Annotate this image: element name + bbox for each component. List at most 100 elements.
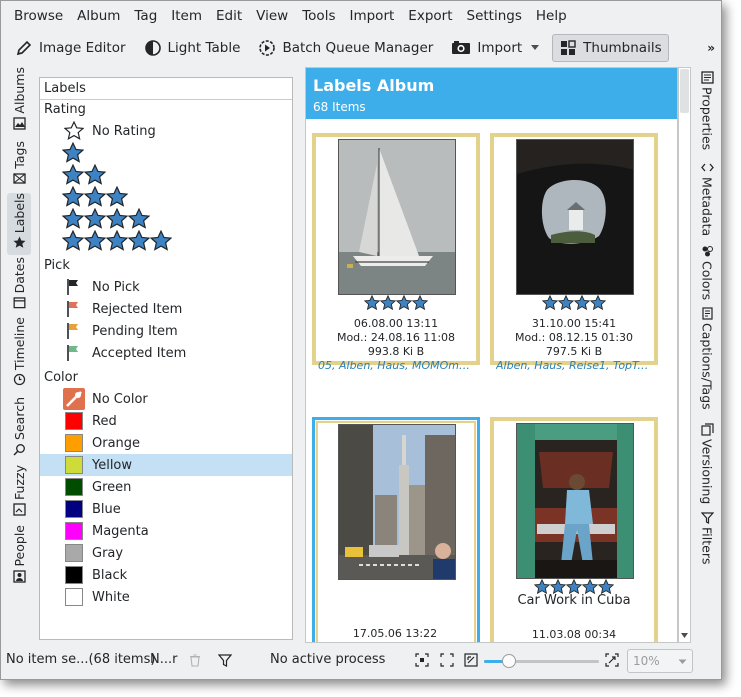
rating-stars [62,142,84,164]
menu-tag[interactable]: Tag [127,1,164,31]
search-icon [12,444,25,456]
photo-window-view [516,139,634,295]
filter-funnel-icon[interactable] [218,654,232,667]
color-swatch-icon [62,434,86,452]
tab-captions-tags-label: Captions/Tags [699,323,715,410]
color-red[interactable]: Red [40,410,292,432]
rating-4-stars[interactable] [40,208,292,230]
menu-tools[interactable]: Tools [295,1,342,31]
tab-colors[interactable]: Colors [695,245,719,305]
color-orange[interactable]: Orange [40,432,292,454]
tab-fuzzy-label: Fuzzy [11,465,27,500]
tab-versioning[interactable]: Versioning [695,423,719,507]
menu-help[interactable]: Help [529,1,574,31]
tab-properties-label: Properties [699,87,715,151]
color-swatch [65,456,83,474]
tab-labels[interactable]: Labels [7,193,31,255]
batch-queue-manager-label: Batch Queue Manager [282,40,434,56]
pick-group-label: Pick [44,258,70,273]
thumbnail-modified: Mod.: 08.12.15 01:30 [514,331,634,344]
color-white[interactable]: White [40,586,292,608]
image-editor-button[interactable]: Image Editor [9,34,132,62]
menu-browse[interactable]: Browse [7,1,70,31]
zoom-fit-icon[interactable] [415,653,429,667]
light-table-button[interactable]: Light Table [138,34,247,62]
menu-edit[interactable]: Edit [209,1,249,31]
pick-rejected[interactable]: Rejected Item [40,298,292,320]
tab-filters[interactable]: Filters [695,511,719,571]
albums-icon [12,116,26,130]
thumbnail-item[interactable]: Car Work in Cuba 11.03.08 00:34 [490,417,658,642]
zoom-in-icon[interactable] [605,653,619,667]
image-editor-label: Image Editor [39,40,126,56]
color-gray[interactable]: Gray [40,542,292,564]
thumbnail-item[interactable]: 06.08.00 13:11 Mod.: 24.08.16 11:08 993.… [312,133,480,372]
zoom-level-combobox[interactable]: 10% [627,649,693,673]
play-circle-icon [259,40,276,56]
rating-2-stars[interactable] [40,164,292,186]
pick-none[interactable]: No Pick [40,276,292,298]
toolbar-overflow-button[interactable]: » [707,41,715,55]
menu-export[interactable]: Export [401,1,459,31]
color-black[interactable]: Black [40,564,292,586]
tab-captions-tags[interactable]: Captions/Tags [695,307,719,419]
tab-tags[interactable]: Tags [7,141,31,193]
album-vertical-scrollbar[interactable] [678,67,691,643]
color-green[interactable]: Green [40,476,292,498]
photo-city-street [338,424,456,580]
menu-settings[interactable]: Settings [460,1,529,31]
rating-none[interactable]: No Rating [40,120,292,142]
tab-timeline[interactable]: Timeline [7,317,31,391]
pick-pending[interactable]: Pending Item [40,320,292,342]
tab-dates[interactable]: Dates [7,257,31,309]
rejected-item-label: Rejected Item [92,301,183,317]
batch-queue-manager-button[interactable]: Batch Queue Manager [252,34,439,62]
tab-colors-label: Colors [699,261,715,301]
thumbnail-rating[interactable] [316,295,476,311]
menu-item[interactable]: Item [164,1,209,31]
zoom-original-icon[interactable] [440,653,454,667]
rating-1-star[interactable] [40,142,292,164]
thumbnail-item-current[interactable]: 17.05.06 13:22 [312,417,480,642]
color-swatch [65,478,83,496]
no-rating-label: No Rating [92,123,156,139]
color-yellow[interactable]: Yellow [40,454,292,476]
scroll-down-arrow-icon[interactable] [680,632,689,639]
main-toolbar: Image Editor Light Table Batch Queue Man… [1,33,721,63]
scrollbar-handle[interactable] [680,69,689,113]
import-button[interactable]: Import [445,34,546,62]
tab-filters-label: Filters [699,527,715,565]
color-magenta[interactable]: Magenta [40,520,292,542]
tab-metadata[interactable]: Metadata [695,161,719,241]
color-blue[interactable]: Blue [40,498,292,520]
thumbnail-rating[interactable] [494,295,654,311]
star-icon [106,186,128,207]
thumbnail-modified: Mod.: 24.08.16 11:08 [336,331,456,344]
rating-5-stars[interactable] [40,230,292,252]
photo-car-work-cuba [516,423,634,579]
thumbnail-item[interactable]: 31.10.00 15:41 Mod.: 08.12.15 01:30 797.… [490,133,658,372]
tab-people[interactable]: People [7,525,31,587]
thumbnail-tags: 05, Alben, Haus, MOMOme... [318,359,474,372]
album-title: Labels Album [313,76,435,95]
dropdown-arrow-icon[interactable] [530,44,540,52]
zoom-slider-track[interactable] [484,654,599,668]
tab-albums[interactable]: Albums [7,67,31,137]
zoom-slider-handle[interactable] [502,654,516,668]
zoom-out-icon[interactable] [464,653,478,667]
chevron-down-icon[interactable] [678,659,687,665]
menu-view[interactable]: View [249,1,295,31]
tab-search[interactable]: Search [7,397,31,459]
thumbnails-button[interactable]: Thumbnails [552,34,669,62]
trash-icon[interactable] [189,654,201,667]
pick-accepted[interactable]: Accepted Item [40,342,292,364]
orange-flag-icon [62,322,86,340]
menu-album[interactable]: Album [70,1,127,31]
color-none[interactable]: No Color [40,388,292,410]
color-label: Orange [92,435,141,451]
menu-import[interactable]: Import [342,1,401,31]
tab-fuzzy[interactable]: Fuzzy [7,465,31,521]
tab-search-label: Search [11,397,27,440]
star-icon [364,295,380,311]
rating-3-stars[interactable] [40,186,292,208]
